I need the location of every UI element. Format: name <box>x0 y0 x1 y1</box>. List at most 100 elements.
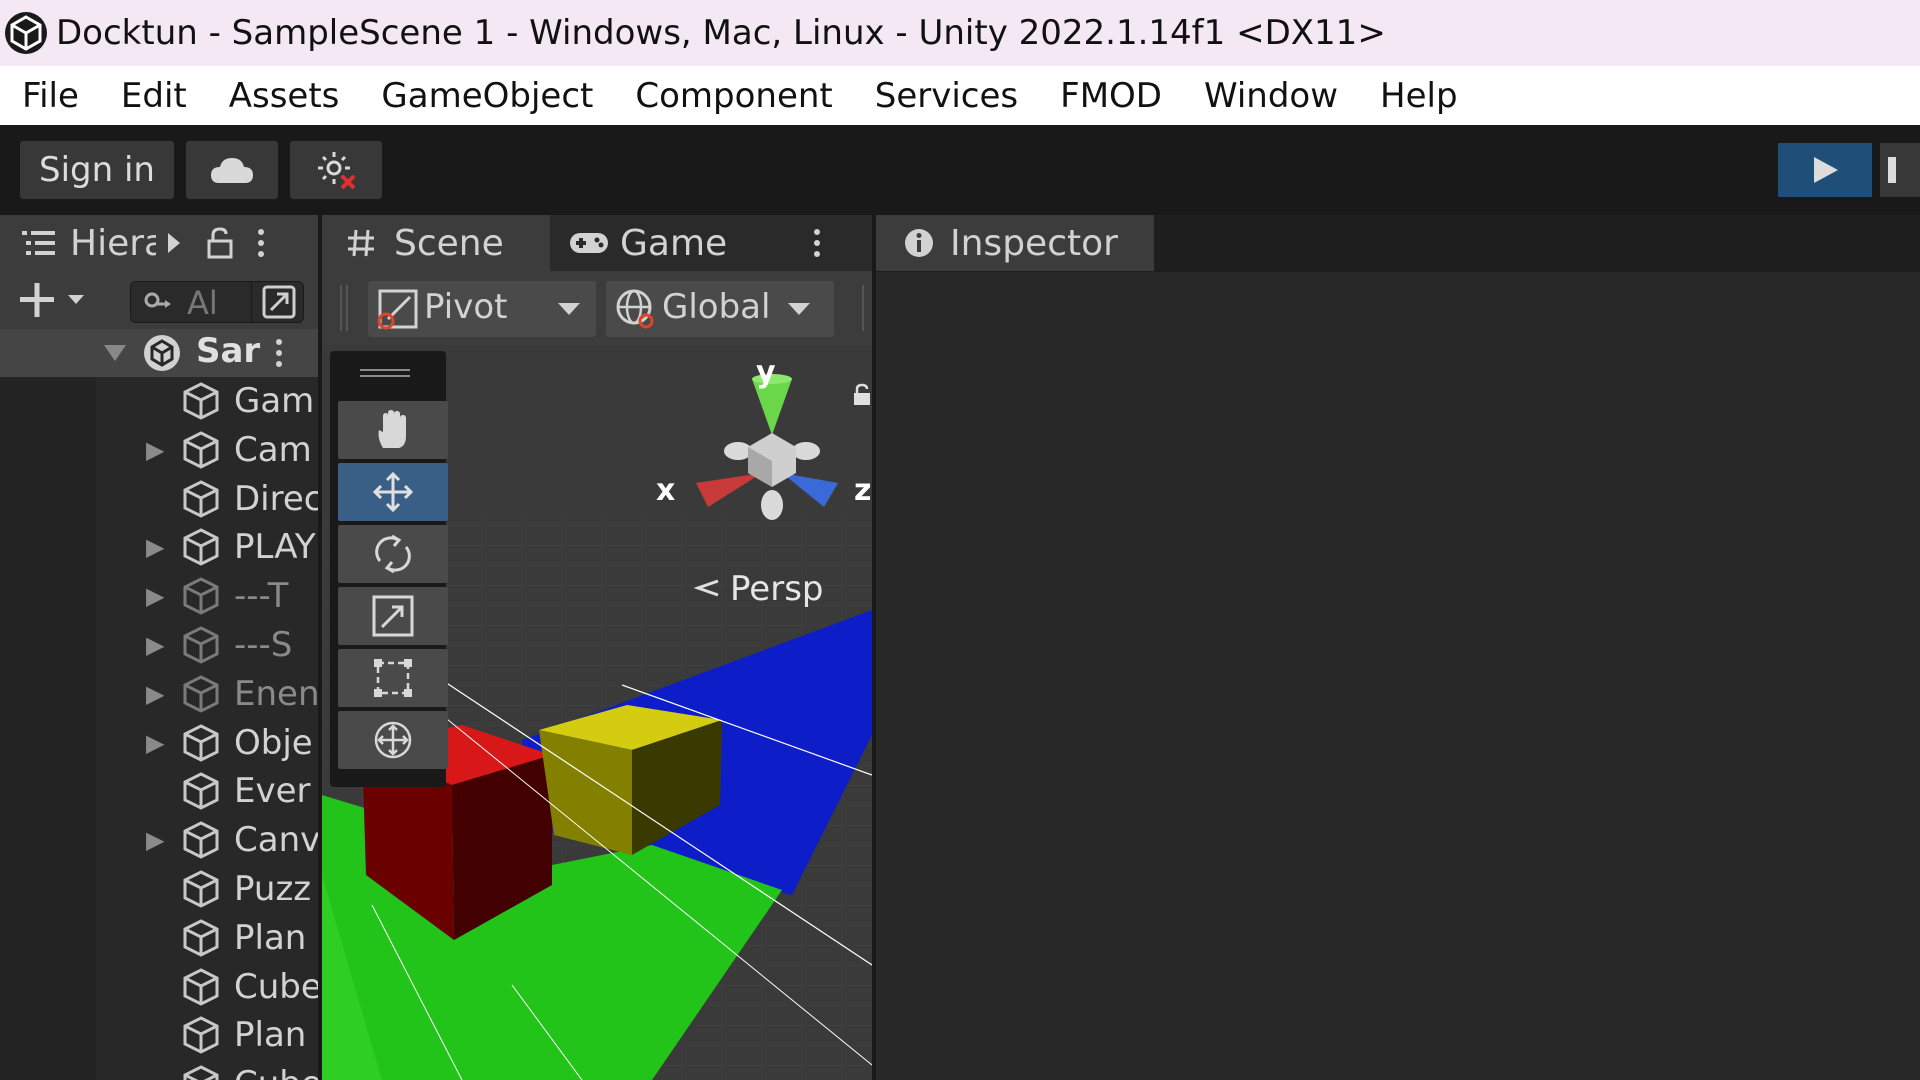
gameobject-cube-icon <box>183 723 219 762</box>
gameobject-cube-icon <box>183 626 219 664</box>
tab-scene[interactable]: Scene <box>322 215 550 271</box>
hierarchy-item[interactable]: Gam <box>0 377 318 425</box>
menu-edit[interactable]: Edit <box>121 76 187 116</box>
rotate-tool[interactable] <box>338 525 448 583</box>
scene-tools-overlay <box>330 351 448 787</box>
gameobject-cube-icon <box>183 431 219 469</box>
hierarchy-item-label: ---S <box>234 625 293 665</box>
hierarchy-item[interactable]: ▶ Canv <box>0 816 318 864</box>
hierarchy-item[interactable]: Ever <box>0 767 318 815</box>
menu-assets[interactable]: Assets <box>229 76 340 116</box>
gameobject-cube-icon <box>183 528 219 567</box>
search-placeholder: Al <box>187 284 218 322</box>
pivot-icon <box>377 289 418 330</box>
create-add-icon[interactable] <box>18 280 88 320</box>
overlay-drag-handle[interactable] <box>360 369 410 371</box>
persp-label[interactable]: Persp <box>730 569 823 609</box>
play-button[interactable] <box>1778 143 1872 197</box>
expand-arrow-icon[interactable]: ▶ <box>146 670 168 718</box>
menu-fmod[interactable]: FMOD <box>1060 76 1162 116</box>
tab-game[interactable]: Game <box>550 215 872 271</box>
hierarchy-item[interactable]: Cube <box>0 1060 318 1080</box>
scale-icon <box>372 595 414 637</box>
gizmo-lock-icon[interactable] <box>852 383 872 407</box>
hierarchy-more-icon[interactable] <box>256 227 266 259</box>
transform-tool[interactable] <box>338 711 448 769</box>
hierarchy-item[interactable]: Plan <box>0 1011 318 1059</box>
lock-icon[interactable] <box>206 227 234 259</box>
expand-arrow-icon[interactable]: ▶ <box>146 719 168 767</box>
scene-grid-icon <box>348 229 374 257</box>
scene-more-icon[interactable] <box>274 337 284 369</box>
rect-tool[interactable] <box>338 649 448 707</box>
hierarchy-scene-row[interactable]: Sar <box>0 329 318 377</box>
hierarchy-item[interactable]: Direc <box>0 475 318 523</box>
hierarchy-list: Sar Gam ▶ Cam Direc ▶ PLAY ▶ ---T ▶ ---S ▶ Enen ▶ Obj… <box>0 329 318 1080</box>
expand-arrow-icon[interactable]: ▶ <box>146 426 168 474</box>
gameobject-cube-icon <box>183 577 219 615</box>
hierarchy-item[interactable]: ▶ ---S <box>0 621 318 669</box>
hierarchy-search-input[interactable]: Al <box>130 281 304 323</box>
tab-overflow-arrow-icon[interactable] <box>164 230 184 256</box>
menu-window[interactable]: Window <box>1204 76 1338 116</box>
hierarchy-item[interactable]: Cube <box>0 963 318 1011</box>
hierarchy-tab-label: Hiera <box>70 222 156 264</box>
pause-button[interactable] <box>1880 143 1920 197</box>
expand-arrow-icon[interactable]: ▶ <box>146 572 168 620</box>
hand-tool[interactable] <box>338 401 448 459</box>
gameobject-cube-icon <box>183 919 219 957</box>
scene-tabstrip: Scene Game <box>322 215 872 271</box>
hierarchy-item-label: Plan <box>234 1015 307 1056</box>
orientation-gizmo[interactable] <box>662 365 862 565</box>
menu-file[interactable]: File <box>22 76 79 116</box>
tab-inspector[interactable]: Inspector <box>876 215 1154 271</box>
gameobject-cube-icon <box>183 382 219 420</box>
chevron-down-icon <box>788 303 810 315</box>
hierarchy-item[interactable]: Puzz <box>0 865 318 913</box>
expand-arrow-icon[interactable]: ▶ <box>146 816 168 864</box>
scene-tab-label: Scene <box>394 222 504 264</box>
hierarchy-item-label: Plan <box>234 917 307 958</box>
rotate-icon <box>375 534 411 574</box>
global-dropdown[interactable]: Global <box>606 281 834 337</box>
hierarchy-item[interactable]: ▶ ---T <box>0 572 318 620</box>
pause-icon <box>1888 157 1896 183</box>
scene-viewport[interactable]: y x z Persp <box>322 345 872 1080</box>
collab-button[interactable] <box>290 141 382 199</box>
hand-icon <box>378 410 406 448</box>
hierarchy-item[interactable]: ▶ Obje <box>0 719 318 767</box>
menu-bar: File Edit Assets GameObject Component Se… <box>0 66 1920 125</box>
hierarchy-item-label: Enen <box>234 673 318 714</box>
gizmo-y-label: y <box>756 355 776 390</box>
toolbar-grip <box>340 285 348 331</box>
hierarchy-item-label: Puzz <box>234 869 312 909</box>
menu-component[interactable]: Component <box>635 76 832 116</box>
move-tool[interactable] <box>338 463 448 521</box>
cloud-button[interactable] <box>186 141 278 199</box>
hierarchy-item-label: PLAY <box>234 527 316 568</box>
hierarchy-item[interactable]: ▶ Cam <box>0 426 318 474</box>
hierarchy-item[interactable]: Plan <box>0 914 318 962</box>
expand-arrow-icon[interactable]: ▶ <box>146 523 168 571</box>
scene-more-icon[interactable] <box>812 227 822 259</box>
hierarchy-item-label: Canv <box>234 820 318 861</box>
menu-services[interactable]: Services <box>875 76 1018 116</box>
scene-panel: Scene Game Pivot Global y x z Persp <box>322 215 872 1080</box>
sign-in-button[interactable]: Sign in <box>20 141 174 199</box>
play-icon <box>1814 157 1838 183</box>
menu-help[interactable]: Help <box>1380 76 1458 116</box>
info-icon <box>905 229 933 257</box>
expand-arrow-icon[interactable] <box>102 343 128 363</box>
cloud-icon <box>211 158 253 183</box>
scale-tool[interactable] <box>338 587 448 645</box>
gamepad-icon <box>570 233 608 253</box>
hierarchy-tabstrip: Hiera <box>0 215 318 271</box>
search-scene-icon[interactable] <box>261 284 297 320</box>
hierarchy-item[interactable]: ▶ PLAY <box>0 523 318 571</box>
menu-gameobject[interactable]: GameObject <box>381 76 593 116</box>
unity-scene-icon <box>144 335 180 371</box>
tab-hierarchy[interactable]: Hiera <box>0 215 318 271</box>
pivot-dropdown[interactable]: Pivot <box>368 281 596 337</box>
hierarchy-item[interactable]: ▶ Enen <box>0 670 318 718</box>
expand-arrow-icon[interactable]: ▶ <box>146 621 168 669</box>
